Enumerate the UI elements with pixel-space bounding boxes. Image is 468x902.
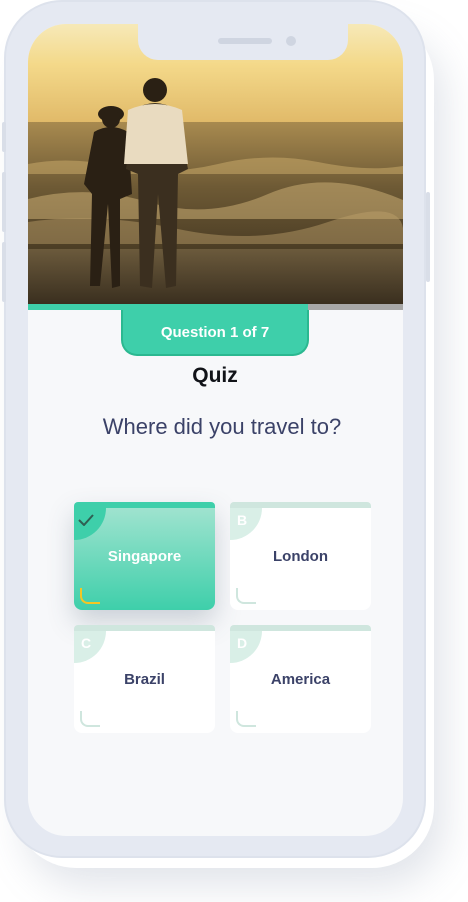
option-letter: D [230,631,262,663]
side-button [2,122,6,152]
corner-accent-icon [236,711,256,727]
speaker-icon [218,38,272,44]
option-letter: B [230,508,262,540]
answer-label: Singapore [107,548,182,565]
answer-option-singapore[interactable]: Singapore [74,502,215,610]
camera-icon [286,36,296,46]
answer-option-london[interactable]: B London [230,502,371,610]
corner-accent-icon [236,588,256,604]
answer-label: Brazil [124,671,165,688]
checkmark-icon [74,508,106,540]
couple-on-beach-photo-icon [28,24,403,304]
hero-accent-shadow [308,304,403,310]
option-letter: C [74,631,106,663]
answer-option-brazil[interactable]: C Brazil [74,625,215,733]
side-button [2,242,6,302]
question-progress-tab: Question 1 of 7 [121,310,309,356]
hero-photo [28,24,403,304]
side-button [426,192,430,282]
question-text: Where did you travel to? [102,414,342,439]
side-button [2,172,6,232]
answer-label: London [273,548,328,565]
answer-option-america[interactable]: D America [230,625,371,733]
corner-accent-icon [80,588,100,604]
phone-notch [138,24,348,60]
quiz-title: Quiz [192,364,238,387]
answer-label: America [270,671,331,688]
corner-accent-icon [80,711,100,727]
